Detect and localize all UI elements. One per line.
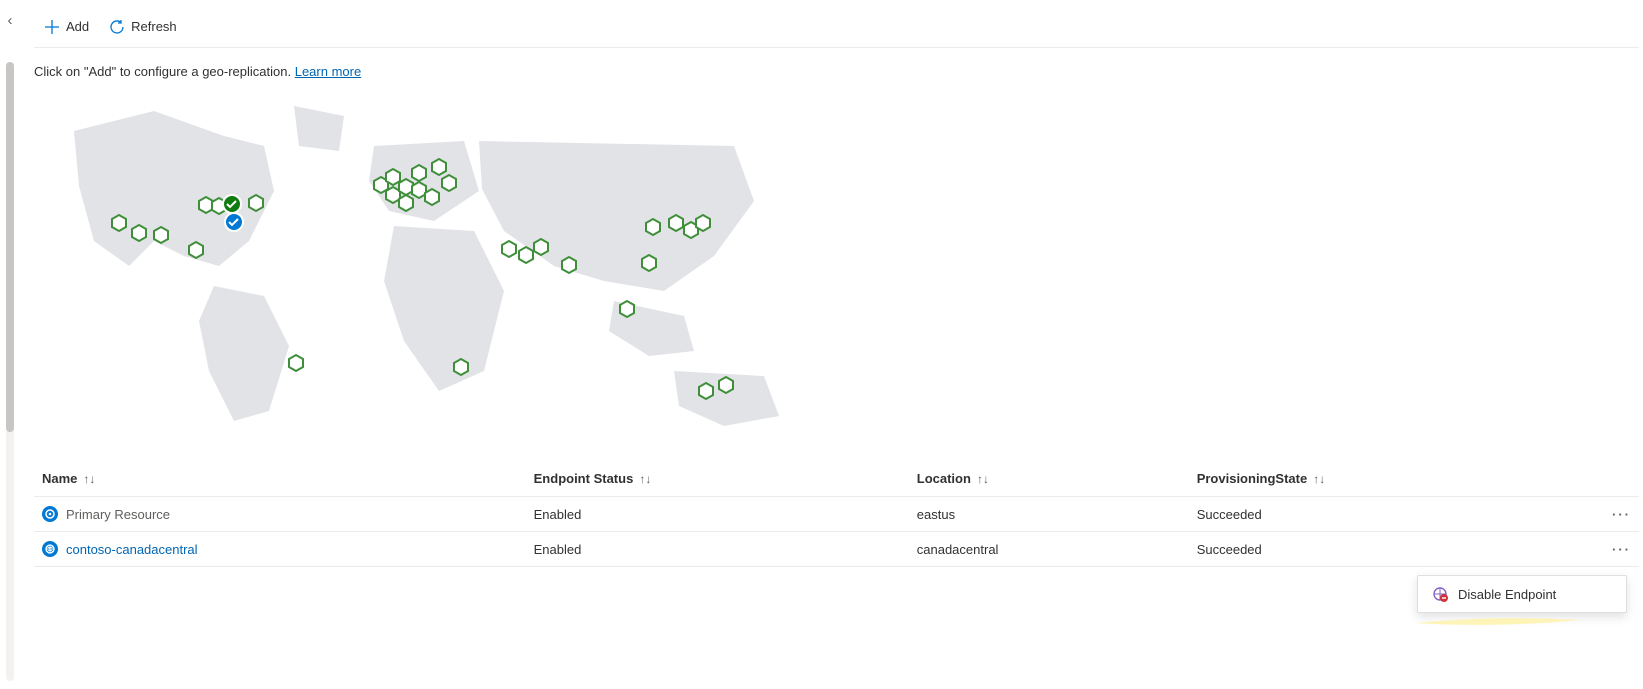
plus-icon bbox=[44, 19, 60, 35]
intro-text: Click on "Add" to configure a geo-replic… bbox=[34, 48, 1639, 87]
col-endpoint-status[interactable]: Endpoint Status↑↓ bbox=[526, 461, 909, 497]
refresh-icon bbox=[109, 19, 125, 35]
add-button[interactable]: Add bbox=[34, 13, 99, 41]
page-root: ‹ Add Refresh Click on "Add" to configur… bbox=[0, 0, 1643, 689]
map-pin-canadacentral[interactable] bbox=[223, 195, 241, 213]
globe-disable-icon bbox=[1432, 586, 1448, 602]
context-menu: Disable Endpoint bbox=[1417, 575, 1627, 613]
intro-message: Click on "Add" to configure a geo-replic… bbox=[34, 64, 295, 79]
row-endpoint-status: Enabled bbox=[526, 497, 909, 532]
disable-endpoint-label: Disable Endpoint bbox=[1458, 587, 1556, 602]
map-pin-eastus[interactable] bbox=[225, 213, 243, 231]
learn-more-link[interactable]: Learn more bbox=[295, 64, 361, 79]
table-row[interactable]: Primary Resource Enabled eastus Succeede… bbox=[34, 497, 1639, 532]
left-rail: ‹ bbox=[0, 0, 20, 689]
globe-icon bbox=[42, 541, 58, 557]
col-location[interactable]: Location↑↓ bbox=[909, 461, 1189, 497]
map-landmass bbox=[74, 106, 779, 426]
row-actions-button[interactable]: ··· bbox=[1612, 507, 1631, 522]
row-location: canadacentral bbox=[909, 532, 1189, 567]
row-provisioning-state: Succeeded bbox=[1189, 497, 1603, 532]
resource-icon bbox=[42, 506, 58, 522]
col-name[interactable]: Name↑↓ bbox=[34, 461, 526, 497]
row-location: eastus bbox=[909, 497, 1189, 532]
sort-icon: ↑↓ bbox=[977, 472, 989, 486]
content-pane: Add Refresh Click on "Add" to configure … bbox=[20, 0, 1643, 689]
highlight-annotation bbox=[1413, 614, 1583, 628]
chevron-left-icon[interactable]: ‹ bbox=[8, 8, 13, 32]
scrollbar[interactable] bbox=[6, 62, 14, 681]
sort-icon: ↑↓ bbox=[83, 472, 95, 486]
row-actions-button[interactable]: ··· bbox=[1612, 542, 1631, 557]
scrollbar-thumb[interactable] bbox=[6, 62, 14, 432]
table-row[interactable]: contoso-canadacentral Enabled canadacent… bbox=[34, 532, 1639, 567]
row-name-link[interactable]: contoso-canadacentral bbox=[66, 542, 198, 557]
toolbar: Add Refresh bbox=[34, 0, 1639, 48]
add-label: Add bbox=[66, 19, 89, 34]
sort-icon: ↑↓ bbox=[639, 472, 651, 486]
world-map[interactable] bbox=[34, 91, 804, 451]
row-endpoint-status: Enabled bbox=[526, 532, 909, 567]
replications-table: Name↑↓ Endpoint Status↑↓ Location↑↓ Prov… bbox=[34, 461, 1639, 567]
refresh-button[interactable]: Refresh bbox=[99, 13, 187, 41]
row-provisioning-state: Succeeded bbox=[1189, 532, 1603, 567]
disable-endpoint-button[interactable]: Disable Endpoint bbox=[1418, 576, 1626, 612]
sort-icon: ↑↓ bbox=[1313, 472, 1325, 486]
col-provisioning-state[interactable]: ProvisioningState↑↓ bbox=[1189, 461, 1603, 497]
refresh-label: Refresh bbox=[131, 19, 177, 34]
row-name: Primary Resource bbox=[66, 507, 170, 522]
